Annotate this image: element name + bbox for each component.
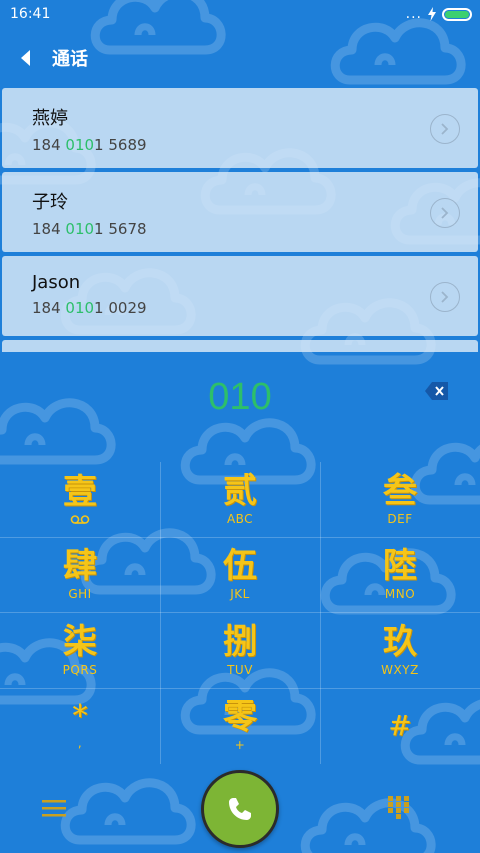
key-glyph: 伍 <box>223 546 257 587</box>
key-letters: PQRS <box>62 662 98 677</box>
number-suffix: 1 5689 <box>94 136 147 154</box>
contact-suggestion-item-partial[interactable] <box>2 340 478 352</box>
key-letters: MNO <box>384 587 416 602</box>
key-glyph: 陸 <box>383 546 417 587</box>
notification-dots: ... <box>405 6 422 22</box>
number-match-highlight: 010 <box>65 299 95 317</box>
key-letters: WXYZ <box>381 662 419 677</box>
number-suffix: 1 0029 <box>94 299 147 317</box>
contact-number: 184 0101 5678 <box>32 220 478 238</box>
key-letters: TUV <box>227 662 253 677</box>
battery-icon <box>442 7 472 21</box>
key-letters: JKL <box>230 587 250 602</box>
contact-number: 184 0101 5689 <box>32 136 478 154</box>
number-suffix: 1 5678 <box>94 220 147 238</box>
contact-suggestion-item[interactable]: 燕婷 184 0101 5689 <box>2 88 478 168</box>
bottom-action-bar <box>0 768 480 853</box>
key-glyph: 柒 <box>63 621 97 662</box>
contact-suggestion-item[interactable]: 子玲 184 0101 5678 <box>2 172 478 252</box>
key-glyph: # <box>388 709 412 743</box>
call-button[interactable] <box>201 770 279 848</box>
number-prefix: 184 <box>32 220 66 238</box>
key-letters: ABC <box>226 511 254 526</box>
key-7[interactable]: 柒 PQRS <box>0 613 160 689</box>
contact-suggestion-list: 燕婷 184 0101 5689 子玲 184 0101 5678 Jason … <box>2 88 478 340</box>
chevron-right-icon <box>441 291 449 303</box>
contact-detail-button[interactable] <box>430 198 460 228</box>
key-6[interactable]: 陸 MNO <box>320 538 480 614</box>
contact-detail-button[interactable] <box>430 282 460 312</box>
key-star[interactable]: * , <box>0 689 160 765</box>
key-8[interactable]: 捌 TUV <box>160 613 320 689</box>
contact-detail-button[interactable] <box>430 114 460 144</box>
battery-level <box>445 10 469 18</box>
key-letters: GHI <box>68 587 92 602</box>
back-button[interactable] <box>0 40 52 76</box>
key-letters: , <box>77 736 83 751</box>
header: 通话 <box>0 40 480 76</box>
key-letters: DEF <box>387 511 413 526</box>
back-arrow-icon <box>21 50 30 66</box>
page-title: 通话 <box>52 49 88 70</box>
key-3[interactable]: 叁 DEF <box>320 462 480 538</box>
key-4[interactable]: 肆 GHI <box>0 538 160 614</box>
contact-suggestion-item[interactable]: Jason 184 0101 0029 <box>2 256 478 336</box>
number-match-highlight: 010 <box>65 220 95 238</box>
key-0[interactable]: 零 + <box>160 689 320 765</box>
menu-icon[interactable] <box>42 798 66 818</box>
key-glyph: 贰 <box>223 470 257 511</box>
dial-display: 010 <box>0 372 480 426</box>
key-glyph: 壹 <box>63 472 97 513</box>
key-letters: + <box>234 738 246 753</box>
key-glyph: 捌 <box>223 621 257 662</box>
contact-name: 子玲 <box>32 192 68 213</box>
lightning-icon <box>428 7 436 21</box>
key-1[interactable]: 壹 <box>0 462 160 538</box>
contact-name: Jason <box>32 272 81 293</box>
chevron-right-icon <box>441 123 449 135</box>
key-glyph: * <box>72 699 88 735</box>
chevron-right-icon <box>441 207 449 219</box>
key-glyph: 玖 <box>383 621 417 662</box>
key-glyph: 肆 <box>63 546 97 587</box>
key-2[interactable]: 贰 ABC <box>160 462 320 538</box>
voicemail-icon <box>70 515 90 525</box>
phone-icon <box>229 798 251 820</box>
key-5[interactable]: 伍 JKL <box>160 538 320 614</box>
key-hash[interactable]: # <box>320 689 480 765</box>
status-time: 16:41 <box>10 6 51 22</box>
dialpad: 壹 贰 ABC 叁 DEF 肆 GHI 伍 JKL 陸 MNO 柒 PQRS 捌… <box>0 462 480 764</box>
contact-number: 184 0101 0029 <box>32 299 478 317</box>
key-glyph: 叁 <box>383 470 417 511</box>
number-prefix: 184 <box>32 136 66 154</box>
dialpad-icon[interactable] <box>388 796 410 820</box>
status-icons: ... <box>406 6 472 22</box>
contact-name: 燕婷 <box>32 108 68 129</box>
key-glyph: 零 <box>223 697 257 738</box>
number-prefix: 184 <box>32 299 66 317</box>
key-9[interactable]: 玖 WXYZ <box>320 613 480 689</box>
number-match-highlight: 010 <box>65 136 95 154</box>
status-bar: 16:41 ... <box>0 0 480 28</box>
backspace-icon[interactable] <box>424 380 450 402</box>
dialed-number: 010 <box>208 376 272 418</box>
